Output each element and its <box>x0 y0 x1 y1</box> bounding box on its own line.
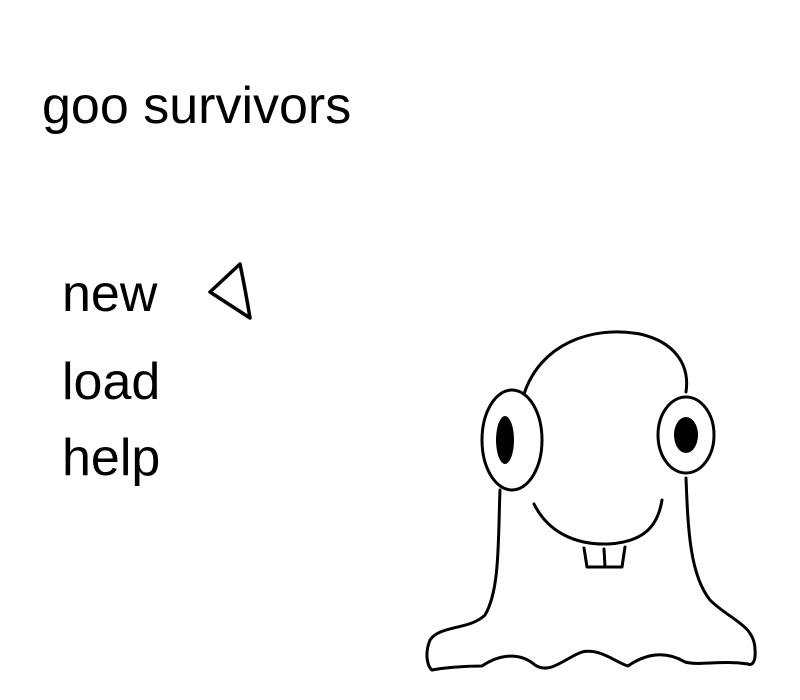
goo-mouth <box>532 498 664 546</box>
goo-right-pupil <box>674 417 698 453</box>
goo-left-pupil <box>496 416 514 464</box>
title-screen: goo survivors new load help <box>0 0 800 700</box>
goo-mascot <box>425 330 757 672</box>
goo-left-side <box>425 488 502 672</box>
goo-bottom-edge <box>430 649 750 672</box>
goo-right-side <box>684 476 757 666</box>
goo-teeth <box>582 545 627 569</box>
goo-head-outline <box>522 330 689 396</box>
